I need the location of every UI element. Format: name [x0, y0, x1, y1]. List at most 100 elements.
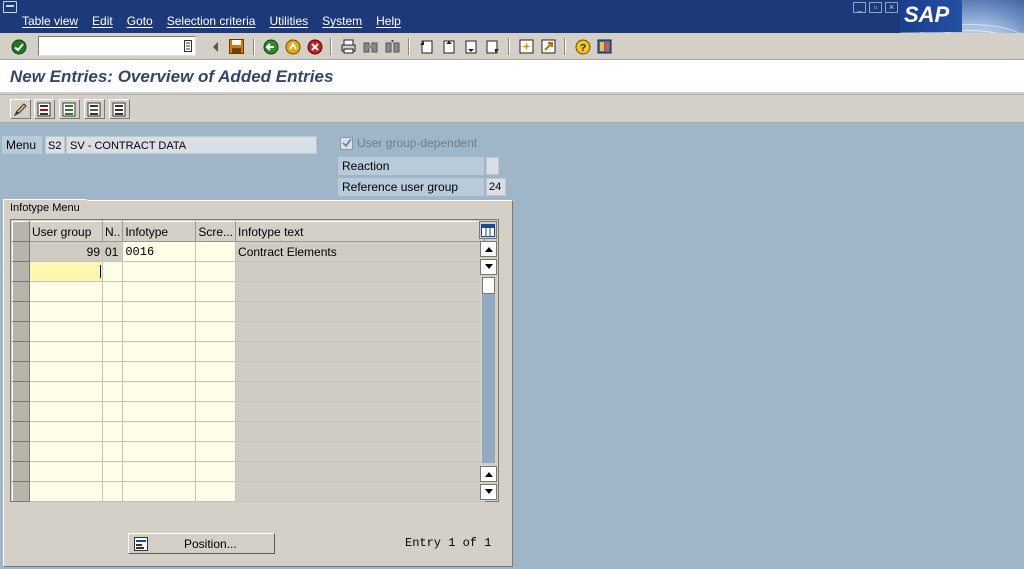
- cell-infotype-input[interactable]: [122, 481, 197, 502]
- menu-system[interactable]: System: [322, 14, 362, 28]
- cell-user-group-input[interactable]: [29, 341, 103, 362]
- cell-number-input[interactable]: [101, 341, 124, 362]
- find-next-icon[interactable]: [384, 38, 401, 55]
- cell-user-group-input[interactable]: [29, 381, 103, 402]
- cell-screen-input[interactable]: [195, 361, 237, 382]
- cell-number-input[interactable]: [101, 441, 124, 462]
- cell-infotype-input[interactable]: [122, 361, 197, 382]
- cell-screen[interactable]: [195, 241, 237, 262]
- row-selector[interactable]: [12, 421, 30, 442]
- command-field-toggle-icon[interactable]: [207, 38, 224, 55]
- cell-screen-input[interactable]: [195, 401, 237, 422]
- row-selector[interactable]: [12, 441, 30, 462]
- cell-infotype-input[interactable]: [122, 401, 197, 422]
- cell-infotype-input[interactable]: [122, 301, 197, 322]
- cell-number-input[interactable]: [101, 281, 124, 302]
- tab-infotype-menu[interactable]: Infotype Menu: [3, 199, 98, 217]
- row-selector[interactable]: [12, 401, 30, 422]
- shortcut-icon[interactable]: [540, 38, 557, 55]
- cell-screen-input[interactable]: [195, 421, 237, 442]
- row-selector[interactable]: [12, 261, 30, 282]
- cell-user-group-input[interactable]: [29, 461, 103, 482]
- cell-number-input[interactable]: [101, 461, 124, 482]
- cancel-icon[interactable]: [306, 38, 323, 55]
- command-history-icon[interactable]: [184, 40, 192, 55]
- menu-utilities[interactable]: Utilities: [269, 14, 308, 28]
- cell-user-group-input[interactable]: [29, 301, 103, 322]
- cell-infotype-input[interactable]: [122, 441, 197, 462]
- cell-screen-input[interactable]: [195, 321, 237, 342]
- row-selector[interactable]: [12, 481, 30, 502]
- cell-screen-input[interactable]: [195, 301, 237, 322]
- command-input[interactable]: [39, 37, 179, 55]
- command-field[interactable]: [38, 36, 196, 56]
- col-header-infotype[interactable]: Infotype: [122, 221, 197, 242]
- row-selector[interactable]: [12, 301, 30, 322]
- cell-screen-input[interactable]: [195, 441, 237, 462]
- deselect-all-icon[interactable]: [109, 99, 130, 119]
- row-selector[interactable]: [12, 321, 30, 342]
- col-header-number[interactable]: N..: [101, 221, 124, 242]
- cell-user-group-input[interactable]: [29, 421, 103, 442]
- layout-menu-icon[interactable]: [596, 38, 613, 55]
- row-selector[interactable]: [12, 241, 30, 262]
- menu-selection-criteria[interactable]: Selection criteria: [167, 14, 256, 28]
- enter-icon[interactable]: [10, 38, 27, 55]
- col-header-infotype-text[interactable]: Infotype text: [235, 221, 486, 242]
- minimize-icon[interactable]: _: [853, 2, 866, 13]
- cell-screen-input[interactable]: [195, 381, 237, 402]
- cell-user-group-input[interactable]: [29, 441, 103, 462]
- cell-number-input[interactable]: [101, 301, 124, 322]
- create-session-icon[interactable]: [518, 38, 535, 55]
- scroll-page-up-icon[interactable]: [480, 241, 497, 257]
- cell-number-input[interactable]: [101, 321, 124, 342]
- select-all-cell[interactable]: [12, 221, 30, 242]
- cell-screen-input[interactable]: [195, 261, 237, 282]
- menu-table-view[interactable]: Table view: [22, 14, 78, 28]
- cell-number-input[interactable]: [101, 381, 124, 402]
- previous-page-icon[interactable]: [440, 38, 457, 55]
- col-header-user-group[interactable]: User group: [29, 221, 103, 242]
- cell-infotype-input[interactable]: [122, 461, 197, 482]
- exit-icon[interactable]: [284, 38, 301, 55]
- cell-number-input[interactable]: [101, 361, 124, 382]
- help-icon[interactable]: ?: [574, 38, 591, 55]
- print-icon[interactable]: [340, 38, 357, 55]
- scroll-down-icon[interactable]: [480, 259, 497, 275]
- position-button[interactable]: Position...: [128, 533, 275, 554]
- cell-screen-input[interactable]: [195, 341, 237, 362]
- scroll-thumb[interactable]: [482, 277, 495, 294]
- select-block-icon[interactable]: [84, 99, 105, 119]
- cell-screen-input[interactable]: [195, 461, 237, 482]
- cell-number-input[interactable]: [101, 261, 124, 282]
- delete-row-icon[interactable]: [34, 99, 55, 119]
- menu-edit[interactable]: Edit: [92, 14, 113, 28]
- cell-infotype-input[interactable]: [122, 381, 197, 402]
- cell-infotype-input[interactable]: [122, 281, 197, 302]
- find-icon[interactable]: [362, 38, 379, 55]
- cell-user-group-input[interactable]: [29, 361, 103, 382]
- cell-screen-input[interactable]: [195, 281, 237, 302]
- scroll-up-icon[interactable]: [480, 466, 497, 482]
- menu-goto[interactable]: Goto: [127, 14, 153, 28]
- scroll-track[interactable]: [482, 277, 495, 463]
- select-all-icon[interactable]: [59, 99, 80, 119]
- last-page-icon[interactable]: [484, 38, 501, 55]
- cell-user-group-input[interactable]: [29, 281, 103, 302]
- system-menu-icon[interactable]: [3, 1, 17, 13]
- display-change-icon[interactable]: [10, 99, 31, 119]
- maximize-icon[interactable]: ▫: [869, 2, 882, 13]
- cell-infotype-input[interactable]: [122, 341, 197, 362]
- row-selector[interactable]: [12, 281, 30, 302]
- cell-number-input[interactable]: [101, 481, 124, 502]
- scroll-page-down-icon[interactable]: [480, 484, 497, 500]
- cell-infotype-input[interactable]: [122, 421, 197, 442]
- menu-help[interactable]: Help: [376, 14, 401, 28]
- first-page-icon[interactable]: [418, 38, 435, 55]
- cell-user-group-input[interactable]: [29, 261, 103, 282]
- save-icon[interactable]: [228, 38, 245, 55]
- cell-screen-input[interactable]: [195, 481, 237, 502]
- cell-user-group-input[interactable]: [29, 321, 103, 342]
- table-settings-icon[interactable]: [479, 221, 497, 239]
- cell-number-input[interactable]: [101, 421, 124, 442]
